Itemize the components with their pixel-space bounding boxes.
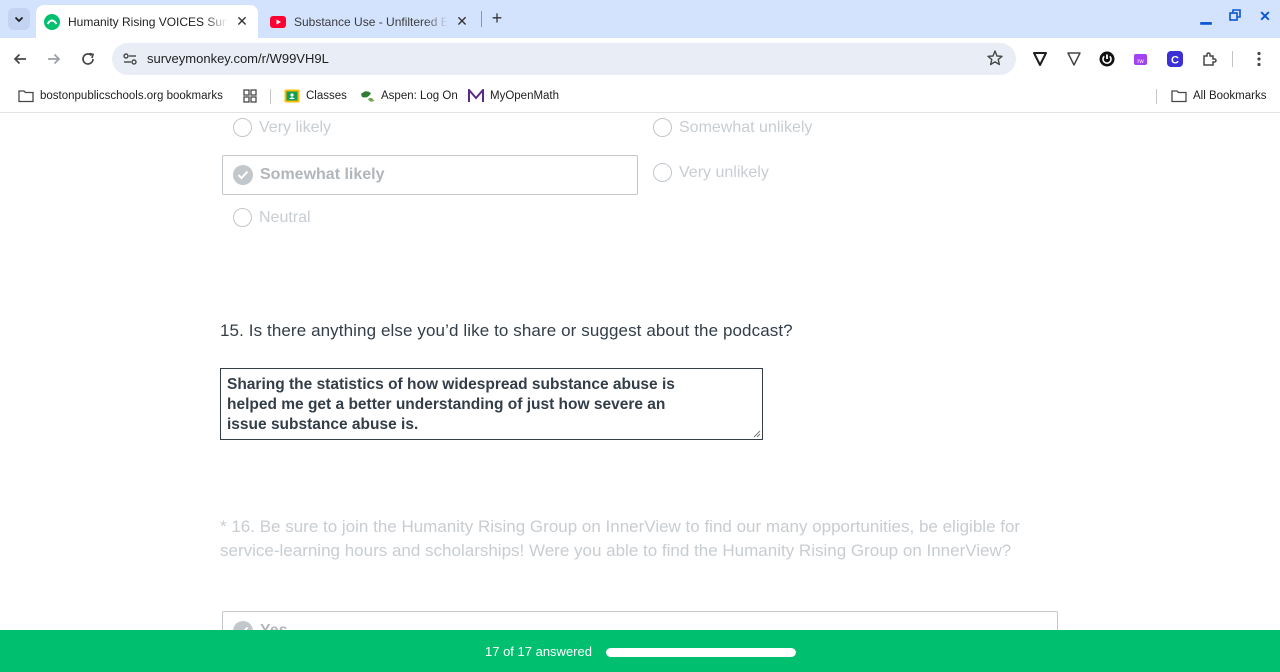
c-extension-icon[interactable]: C [1166,50,1184,68]
bookmark-folder-bps[interactable]: bostonpublicschools.org bookmarks [18,87,223,105]
radio-icon [233,208,252,227]
tab-title: Substance Use - Unfiltered Emo [294,14,448,29]
tab-search-button[interactable] [8,8,30,30]
aspen-leaf-icon [359,88,375,104]
bookmark-label: MyOpenMath [490,90,560,102]
tab-strip: Humanity Rising VOICES Surve ✕ Substance… [0,0,1280,38]
surveymonkey-icon [44,13,60,30]
bookmark-label: All Bookmarks [1193,90,1267,102]
reload-icon[interactable] [78,49,98,69]
option-label: Yes [260,622,288,630]
option-label: Somewhat likely [260,166,385,183]
svg-text:C: C [1171,55,1179,67]
apps-icon[interactable] [242,87,264,105]
folder-icon [1171,88,1187,104]
address-bar[interactable]: surveymonkey.com/r/W99VH9L [112,43,1016,75]
close-window-icon[interactable]: ✕ [1254,8,1276,28]
close-icon[interactable]: ✕ [234,13,250,30]
resize-handle-icon[interactable] [753,430,761,438]
checkmark-icon [233,621,253,630]
option-yes-selected[interactable]: Yes [222,611,1058,630]
close-icon[interactable]: ✕ [454,13,470,30]
bookmark-all-bookmarks[interactable]: All Bookmarks [1171,87,1267,105]
svg-text:rw: rw [1137,59,1144,65]
youtube-icon [270,15,286,28]
option-somewhat-likely-selected[interactable]: Somewhat likely [222,155,638,195]
new-tab-button[interactable]: + [487,9,507,29]
google-classroom-icon [284,88,300,104]
restore-icon[interactable] [1224,8,1246,28]
bookmark-label: Classes [306,90,347,102]
option-very-unlikely[interactable]: Very unlikely [653,163,769,182]
question-15-textarea[interactable]: Sharing the statistics of how widespread… [220,368,763,440]
progress-footer: 17 of 17 answered [0,630,1280,672]
bookmark-label: bostonpublicschools.org bookmarks [40,90,223,102]
power-extension-icon[interactable] [1098,50,1116,68]
question-15-title: 15. Is there anything else you’d like to… [220,321,793,340]
puzzle-extension-icon[interactable]: rw [1132,50,1150,68]
tab-substance-use[interactable]: Substance Use - Unfiltered Emo ✕ [262,5,478,38]
shield-outline-extension-icon[interactable] [1065,50,1083,68]
shield-extension-icon[interactable] [1031,50,1049,68]
progress-label: 17 of 17 answered [485,644,592,659]
option-label: Somewhat unlikely [679,118,813,136]
option-label: Very likely [259,118,332,136]
myopenmath-icon [468,88,484,104]
answer-text: Sharing the statistics of how widespread… [227,376,675,433]
bookmark-star-icon[interactable] [986,49,1004,67]
option-neutral[interactable]: Neutral [233,208,311,227]
back-icon[interactable] [10,49,30,69]
bookmark-label: Aspen: Log On [381,90,458,102]
minimize-icon[interactable]: ▁ [1195,8,1217,28]
url-text: surveymonkey.com/r/W99VH9L [147,51,329,66]
tab-humanity-rising[interactable]: Humanity Rising VOICES Surve ✕ [36,5,258,38]
tab-divider [481,11,482,27]
option-somewhat-unlikely[interactable]: Somewhat unlikely [653,118,812,137]
bookmarks-bar: bostonpublicschools.org bookmarks Classe… [0,80,1280,113]
question-16-title: * 16. Be sure to join the Humanity Risin… [220,517,1021,560]
bookmark-aspen[interactable]: Aspen: Log On [359,87,458,105]
browser-toolbar: surveymonkey.com/r/W99VH9L rw C [0,38,1280,80]
radio-icon [653,118,672,137]
tab-title: Humanity Rising VOICES Surve [68,14,228,29]
option-label: Very unlikely [679,163,769,181]
bookmark-divider [270,89,271,104]
option-label: Neutral [259,208,311,226]
menu-kebab-icon[interactable] [1250,50,1268,68]
bookmark-divider [1156,89,1157,104]
radio-icon [233,118,252,137]
toolbar-divider [1232,51,1233,67]
option-very-likely[interactable]: Very likely [233,118,331,137]
survey-page: Very likely Somewhat likely Neutral Some… [0,113,1280,630]
site-info-icon[interactable] [122,51,138,67]
progress-bar [606,648,796,657]
checkmark-icon [233,165,253,185]
progress-bar-fill [606,648,796,657]
folder-managed-icon [18,88,34,104]
bookmark-classes[interactable]: Classes [284,87,347,105]
extensions-icon[interactable] [1200,50,1218,68]
forward-icon[interactable] [44,49,64,69]
radio-icon [653,163,672,182]
chevron-down-icon [14,16,24,23]
bookmark-myopenmath[interactable]: MyOpenMath [468,87,559,105]
